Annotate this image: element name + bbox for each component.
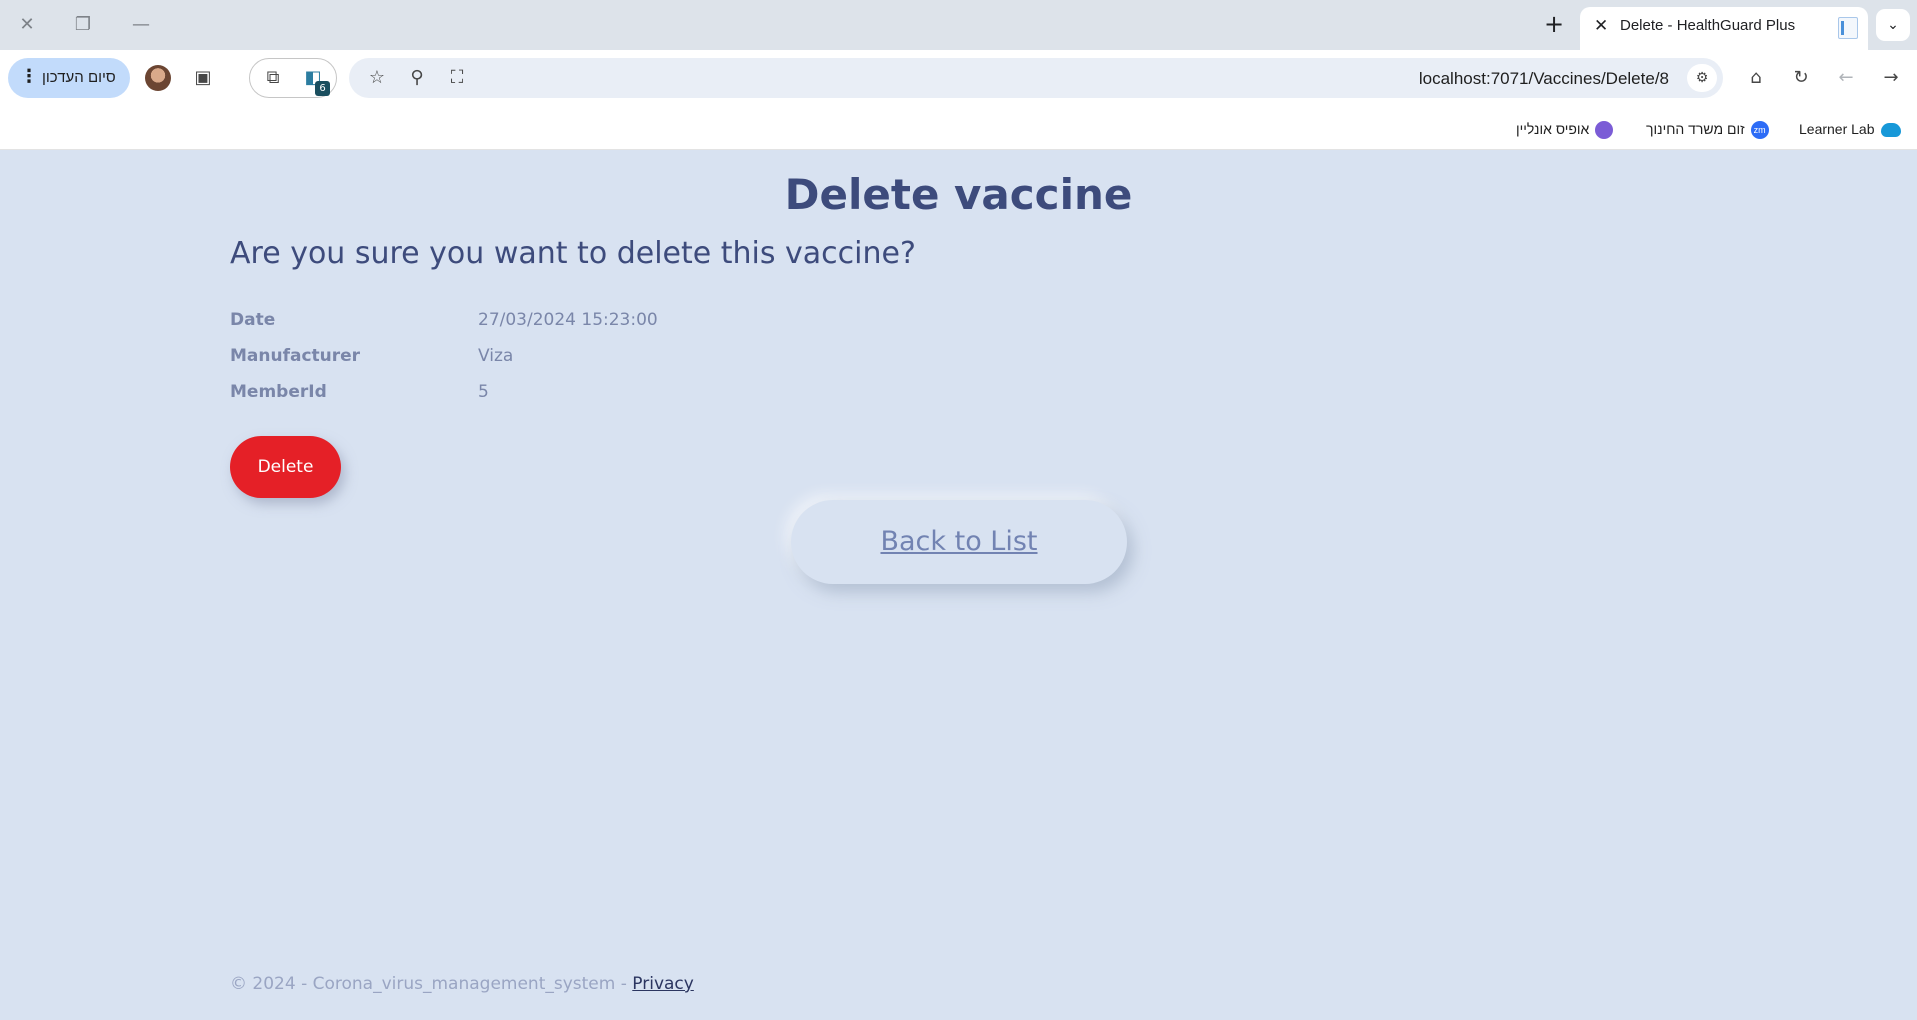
new-tab-button[interactable]: + bbox=[1537, 9, 1571, 41]
tab-active[interactable]: ✕ Delete - HealthGuard Plus bbox=[1580, 7, 1868, 50]
close-window-icon[interactable]: ✕ bbox=[12, 10, 42, 40]
tab-title: Delete - HealthGuard Plus bbox=[1620, 17, 1796, 34]
footer: © 2024 - Corona_virus_management_system … bbox=[230, 974, 694, 994]
page-content: Delete vaccine Are you sure you want to … bbox=[0, 150, 1917, 1020]
detail-label: MemberId bbox=[230, 382, 327, 402]
zoom-icon: zm bbox=[1750, 121, 1769, 140]
tab-favicon-icon bbox=[1838, 17, 1858, 39]
home-icon[interactable]: ⌂ bbox=[1742, 64, 1770, 92]
delete-button[interactable]: Delete bbox=[230, 436, 341, 498]
detail-value: Viza bbox=[478, 346, 514, 366]
page-title: Delete vaccine bbox=[784, 170, 1133, 219]
confirm-question: Are you sure you want to delete this vac… bbox=[230, 236, 916, 271]
update-button[interactable]: ⋮ סיום העדכון bbox=[8, 58, 130, 98]
bookmarks-bar: אופיס אונליין זום משרד החינוך zm Learner … bbox=[0, 108, 1917, 150]
bookmark-label: זום משרד החינוך bbox=[1646, 121, 1745, 137]
profile-avatar[interactable] bbox=[145, 65, 171, 91]
detail-label: Manufacturer bbox=[230, 346, 361, 366]
back-to-list-button[interactable]: Back to List bbox=[791, 500, 1127, 584]
translate-icon[interactable]: ⛶ bbox=[443, 64, 471, 92]
site-info-icon[interactable]: ⚙ bbox=[1687, 64, 1717, 92]
restore-window-icon[interactable]: ❐ bbox=[68, 10, 98, 40]
detail-row-member-id: MemberId 5 bbox=[230, 382, 830, 418]
detail-value: 27/03/2024 15:23:00 bbox=[478, 310, 658, 330]
zoom-icon[interactable]: ⚲ bbox=[403, 64, 431, 92]
detail-value: 5 bbox=[478, 382, 489, 402]
reload-icon[interactable]: ↻ bbox=[1787, 64, 1815, 92]
extensions-puzzle-icon[interactable]: ⧉ bbox=[259, 64, 287, 92]
minimize-window-icon[interactable]: — bbox=[126, 10, 156, 40]
detail-row-manufacturer: Manufacturer Viza bbox=[230, 346, 830, 382]
bookmark-zoom-education[interactable]: זום משרד החינוך zm bbox=[1646, 116, 1769, 142]
extension-badge: 6 bbox=[315, 81, 330, 96]
side-panel-icon[interactable]: ▣ bbox=[189, 64, 217, 92]
bookmark-label: אופיס אונליין bbox=[1516, 121, 1590, 137]
back-to-list-link[interactable]: Back to List bbox=[880, 526, 1037, 557]
bookmark-learner-lab[interactable]: Learner Lab bbox=[1799, 116, 1901, 142]
address-bar[interactable]: ☆ ⚲ ⛶ localhost:7071/Vaccines/Delete/8 ⚙ bbox=[349, 58, 1723, 98]
tab-close-icon[interactable]: ✕ bbox=[1594, 16, 1608, 36]
privacy-link[interactable]: Privacy bbox=[632, 974, 694, 994]
update-button-label: סיום העדכון bbox=[42, 69, 116, 86]
url-text[interactable]: localhost:7071/Vaccines/Delete/8 bbox=[1419, 69, 1669, 89]
tab-search-menu-button[interactable]: ⌄ bbox=[1876, 9, 1910, 41]
bookmark-label: Learner Lab bbox=[1799, 121, 1875, 137]
back-arrow-icon[interactable]: ← bbox=[1832, 64, 1860, 92]
more-vert-icon: ⋮ bbox=[20, 66, 38, 87]
browser-toolbar: ⋮ סיום העדכון ▣ ⧉ ◧ 6 ☆ ⚲ ⛶ localhost:70… bbox=[0, 50, 1917, 108]
bookmark-star-icon[interactable]: ☆ bbox=[363, 64, 391, 92]
footer-text: © 2024 - Corona_virus_management_system … bbox=[230, 974, 633, 994]
detail-label: Date bbox=[230, 310, 276, 330]
forward-arrow-icon[interactable]: → bbox=[1877, 64, 1905, 92]
tab-strip: ✕ ❐ — + ✕ Delete - HealthGuard Plus ⌄ bbox=[0, 0, 1917, 50]
vaccine-details: Date 27/03/2024 15:23:00 Manufacturer Vi… bbox=[230, 310, 830, 418]
salesforce-cloud-icon bbox=[1880, 123, 1901, 138]
bookmark-office-online[interactable]: אופיס אונליין bbox=[1516, 116, 1614, 142]
detail-row-date: Date 27/03/2024 15:23:00 bbox=[230, 310, 830, 346]
office-icon bbox=[1595, 121, 1614, 140]
